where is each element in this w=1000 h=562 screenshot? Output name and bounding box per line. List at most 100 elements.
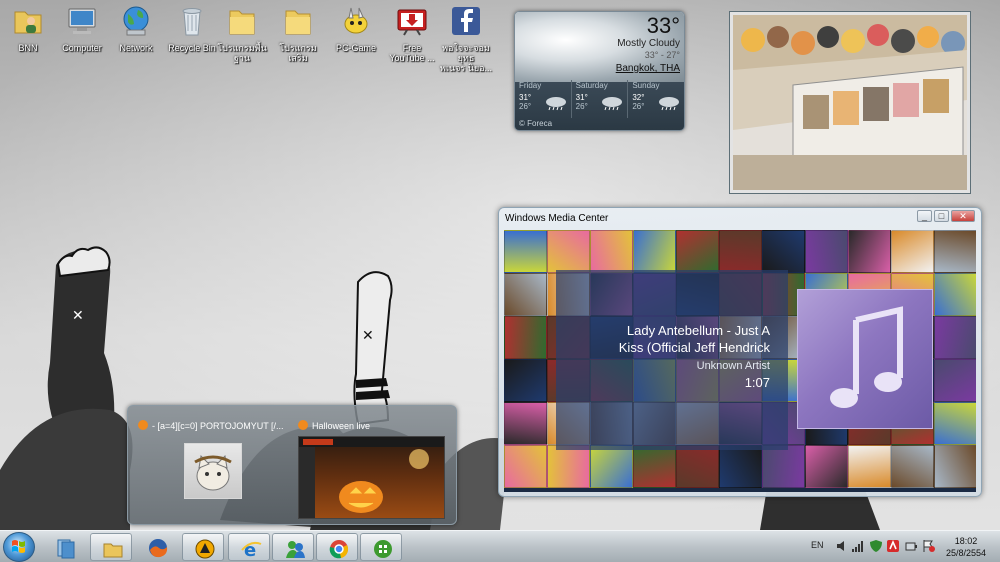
- antivirus-icon[interactable]: [886, 539, 900, 553]
- explorer-button[interactable]: [90, 533, 132, 561]
- desktop-icon-network[interactable]: Network: [108, 4, 164, 53]
- chrome-button[interactable]: [316, 533, 358, 561]
- media-center-icon: [374, 540, 392, 558]
- music-note-icon: [830, 306, 903, 408]
- media-center-button[interactable]: [360, 533, 402, 561]
- svg-text:✕: ✕: [72, 308, 84, 324]
- album-tile: [762, 230, 805, 273]
- desktop-icon-label: BNN: [18, 43, 38, 53]
- close-button[interactable]: ✕: [951, 210, 975, 222]
- desktop-icon-facebook-shortcut[interactable]: พอใจจะจอมยุทธ พเนจร นิยอ...: [438, 4, 494, 73]
- album-tile: [504, 359, 547, 402]
- thumbnail-title-1[interactable]: - [a=4][c=0] PORTOJOMYUT [/...: [138, 420, 284, 431]
- maximize-button[interactable]: □: [934, 210, 949, 222]
- album-art-placeholder: [797, 289, 933, 429]
- messenger-button[interactable]: [272, 533, 314, 561]
- media-center-stage[interactable]: Lady Antebellum - Just A Kiss (Official …: [504, 230, 976, 492]
- album-tile: [504, 230, 547, 273]
- weather-provider[interactable]: © Foreca: [519, 119, 552, 128]
- app-icon: [298, 420, 308, 430]
- media-player-button[interactable]: [182, 533, 224, 561]
- window-thumbnail-1[interactable]: [184, 443, 242, 499]
- security-shield-icon[interactable]: [869, 539, 883, 553]
- recycle-bin-icon: [182, 8, 202, 36]
- volume-icon[interactable]: [836, 540, 846, 552]
- album-tile: [762, 445, 805, 488]
- power-icon[interactable]: [904, 539, 918, 553]
- forecast-day: Saturday 31° 26°: [572, 80, 629, 118]
- task-view-icon: [57, 539, 75, 559]
- album-tile: [719, 445, 762, 488]
- app-icon: [138, 420, 148, 430]
- weather-condition: Mostly Cloudy: [617, 38, 680, 49]
- network-signal-icon[interactable]: [852, 540, 864, 552]
- album-tile: [504, 316, 547, 359]
- taskbar-thumbnail-popup: - [a=4][c=0] PORTOJOMYUT [/... Halloween…: [127, 405, 457, 525]
- track-title-line1: Lady Antebellum - Just A: [626, 323, 770, 338]
- now-playing-info: Lady Antebellum - Just A Kiss (Official …: [570, 322, 770, 390]
- album-tile: [934, 402, 976, 445]
- firefox-icon: [149, 539, 168, 558]
- desktop-icon-label: Free YouTube ...: [389, 43, 435, 63]
- desktop-icon-extra-programs-folder[interactable]: โปรแกรมเสริม: [270, 4, 326, 63]
- album-tile: [547, 230, 590, 273]
- folder-icon: [229, 10, 255, 35]
- computer-icon: [68, 8, 96, 34]
- forecast-day-name: Saturday: [575, 81, 608, 90]
- minimize-button[interactable]: _: [917, 210, 932, 222]
- taskbar: e: [0, 530, 1000, 562]
- track-elapsed-time: 1:07: [744, 375, 770, 390]
- desktop-icon-label: Computer: [62, 43, 102, 53]
- thumbnail-title-text: Halloween live: [312, 421, 371, 431]
- game-character-icon: [344, 7, 368, 34]
- media-center-window[interactable]: Windows Media Center _ □ ✕ Lady Antebell…: [498, 207, 982, 497]
- album-tile: [676, 230, 719, 273]
- window-thumbnail-2[interactable]: [298, 436, 445, 519]
- input-language[interactable]: EN: [811, 540, 824, 550]
- rain-cloud-icon: [659, 97, 680, 111]
- desktop-icon-pc-game[interactable]: PC-Game: [328, 4, 384, 53]
- slideshow-gadget[interactable]: [729, 11, 971, 194]
- thumbnail-title-text: - [a=4][c=0] PORTOJOMYUT [/...: [152, 421, 284, 431]
- window-controls: _ □ ✕: [917, 210, 975, 222]
- current-temperature: 33°: [646, 13, 680, 38]
- album-tile: [934, 316, 976, 359]
- explorer-icon: [103, 543, 123, 558]
- action-center-flag-icon[interactable]: [922, 539, 936, 553]
- album-tile: [805, 230, 848, 273]
- desktop-icon-recycle-bin[interactable]: Recycle Bin: [164, 4, 220, 53]
- desktop-icon-computer[interactable]: Computer: [54, 4, 110, 53]
- forecast-day-name: Friday: [519, 81, 542, 90]
- chrome-icon: [329, 540, 349, 559]
- clock-date: 25/8/2554: [945, 548, 987, 558]
- firefox-button[interactable]: [136, 533, 178, 561]
- album-tile: [547, 445, 590, 488]
- youtube-downloader-icon: [397, 9, 427, 36]
- album-tile: [891, 230, 934, 273]
- album-tile: [590, 230, 633, 273]
- track-title-line2: Kiss (Official Jeff Hendrick: [618, 340, 770, 355]
- album-tile: [590, 445, 633, 488]
- forecast-row: Friday 31° 26° Saturday 31° 26° Sunday 3…: [515, 80, 684, 118]
- album-tile: [934, 273, 976, 316]
- thumbnail-title-2[interactable]: Halloween live: [298, 420, 370, 431]
- desktop-icon-label: Recycle Bin: [168, 43, 216, 53]
- network-globe-icon: [123, 6, 149, 36]
- internet-explorer-button[interactable]: e: [228, 533, 270, 561]
- desktop-icon-basic-programs-folder[interactable]: โปรแกรมพื้น ฐาน: [214, 4, 270, 63]
- weather-gadget[interactable]: 33° Mostly Cloudy 33° - 27° Bangkok, THA…: [514, 11, 685, 131]
- halloween-pumpkin-icon: [299, 437, 444, 518]
- desktop-icon-bnn[interactable]: BNN: [0, 4, 56, 53]
- weather-location-link[interactable]: Bangkok, THA: [616, 63, 680, 74]
- album-tile: [504, 445, 547, 488]
- album-tile: [633, 445, 676, 488]
- task-view-button[interactable]: [44, 533, 86, 561]
- window-title: Windows Media Center: [505, 213, 609, 224]
- system-clock[interactable]: 18:02 25/8/2554: [940, 535, 992, 559]
- windows-logo-icon: [12, 540, 25, 553]
- rain-cloud-icon: [602, 97, 623, 111]
- forecast-day-name: Sunday: [632, 81, 660, 90]
- start-button[interactable]: [3, 532, 35, 562]
- desktop-icon-free-youtube[interactable]: Free YouTube ...: [384, 4, 440, 63]
- desktop-icon-label: โปรแกรมเสริม: [279, 43, 317, 63]
